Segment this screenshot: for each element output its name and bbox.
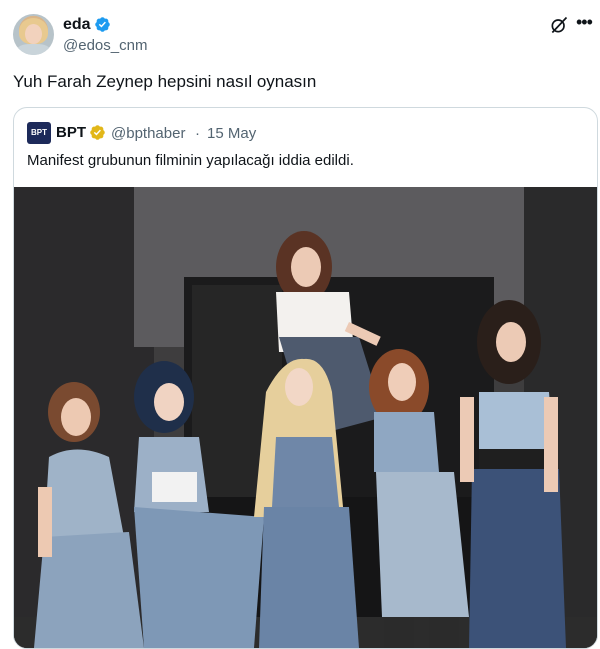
gold-verified-badge-icon <box>90 125 105 140</box>
quote-photo[interactable] <box>14 187 597 648</box>
grok-icon[interactable] <box>549 15 569 35</box>
quote-text: Manifest grubunun filminin yapılacağı id… <box>27 152 354 169</box>
tweet: eda @edos_cnm ••• Yuh Farah Zeynep hepsi… <box>0 0 600 649</box>
avatar-face <box>25 24 42 44</box>
author-handle[interactable]: @edos_cnm <box>63 37 147 55</box>
separator-dot: · <box>195 125 200 142</box>
quote-date[interactable]: 15 May <box>207 125 256 142</box>
quoted-tweet[interactable]: BPT BPT @bpthaber · 15 May Manifest grub… <box>13 107 598 649</box>
author-name[interactable]: eda <box>63 15 91 35</box>
quote-author-handle[interactable]: @bpthaber <box>111 125 185 142</box>
quote-author-name[interactable]: BPT <box>56 124 86 141</box>
avatar-shirt <box>17 44 50 55</box>
avatar[interactable] <box>13 14 54 55</box>
tweet-text: Yuh Farah Zeynep hepsini nasıl oynasın <box>13 72 317 91</box>
more-icon[interactable]: ••• <box>576 13 598 35</box>
verified-badge-icon <box>95 17 110 32</box>
quote-avatar[interactable]: BPT <box>27 122 51 144</box>
